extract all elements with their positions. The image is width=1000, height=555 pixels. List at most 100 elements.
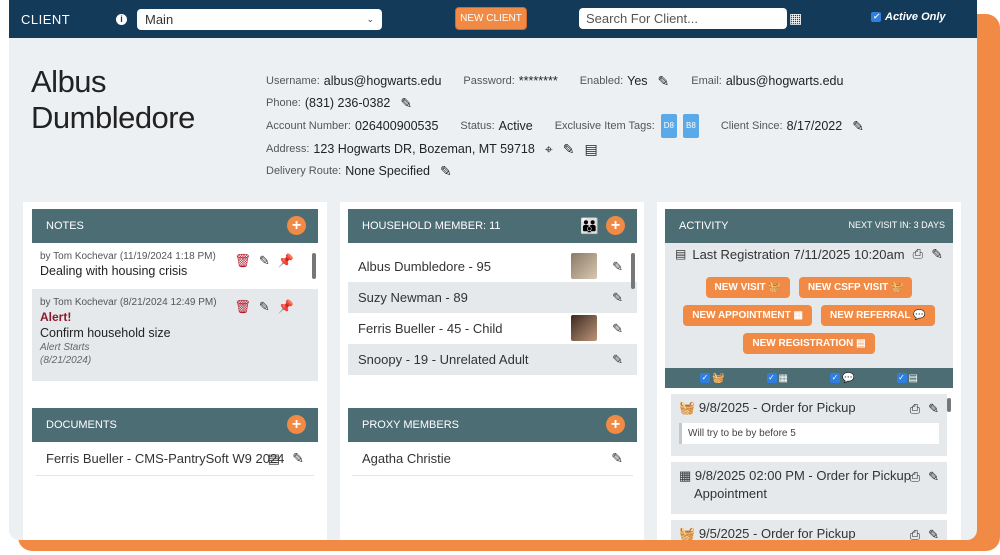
edit-pencil-icon[interactable]: ✎ xyxy=(611,450,623,467)
note-item[interactable]: by Tom Kochevar (8/21/2024 12:49 PM) Ale… xyxy=(32,289,318,381)
new-client-button[interactable]: NEW CLIENT xyxy=(455,7,527,30)
edit-pencil-icon[interactable]: ✎ xyxy=(612,321,623,337)
household-list[interactable]: Albus Dumbledore - 95 ✎ Suzy Newman - 89… xyxy=(348,243,637,381)
basket-icon: 🧺 xyxy=(712,372,725,384)
document-icon: ▤ xyxy=(675,247,687,261)
new-referral-button[interactable]: NEW REFERRAL 💬 xyxy=(820,305,935,326)
basket-icon: 🧺 xyxy=(679,526,696,540)
email-value: albus@hogwarts.edu xyxy=(725,74,844,88)
activity-header: ACTIVITY NEXT VISIT IN: 3 DAYS xyxy=(665,209,953,243)
edit-pencil-icon[interactable]: ✎ xyxy=(563,138,575,160)
file-icon[interactable]: ▤ xyxy=(268,451,280,467)
active-only-toggle[interactable]: ✓ Active Only xyxy=(871,11,946,23)
new-registration-button[interactable]: NEW REGISTRATION ▤ xyxy=(743,333,875,354)
filter-appointments[interactable]: ✓ ▦ xyxy=(766,372,788,384)
map-icon[interactable]: ▤ xyxy=(584,138,597,160)
info-icon[interactable]: i xyxy=(116,13,127,25)
document-name: Ferris Bueller - CMS-PantrySoft W9 2024 xyxy=(46,451,285,466)
new-csfp-visit-button[interactable]: NEW CSFP VISIT 🧺 xyxy=(798,277,913,298)
calendar-icon: ▦ xyxy=(778,372,788,384)
household-title: HOUSEHOLD MEMBER: 11 xyxy=(362,220,501,232)
notes-list[interactable]: by Tom Kochevar (11/19/2024 1:18 PM) Dea… xyxy=(32,243,318,381)
pin-icon[interactable]: 📌 xyxy=(278,299,294,315)
edit-pencil-icon[interactable]: ✎ xyxy=(612,259,623,275)
filter-visits[interactable]: ✓ 🧺 xyxy=(700,373,724,384)
last-registration-text: Last Registration 7/11/2025 10:20am xyxy=(692,246,905,262)
calendar-icon: ▦ xyxy=(679,468,692,483)
note-item[interactable]: by Tom Kochevar (11/19/2024 1:18 PM) Dea… xyxy=(32,243,318,289)
filter-referrals[interactable]: ✓ 💬 xyxy=(830,373,854,384)
location-select[interactable]: Main ⌄ xyxy=(137,8,382,30)
pin-icon[interactable]: 📌 xyxy=(278,253,294,269)
documents-header: DOCUMENTS + xyxy=(32,408,318,442)
password-value: ******** xyxy=(518,74,558,88)
trash-icon[interactable]: 🗑 xyxy=(234,299,251,315)
edit-pencil-icon[interactable]: ✎ xyxy=(612,290,623,306)
print-icon[interactable]: ⎙ xyxy=(913,246,923,262)
activity-order[interactable]: 🧺 9/8/2025 - Order for Pickup ⎙ ✎ Will tr… xyxy=(671,394,947,456)
household-member-row[interactable]: Ferris Bueller - 45 - Child ✎ xyxy=(348,313,637,344)
next-visit-label: NEXT VISIT IN: 3 DAYS xyxy=(848,220,945,230)
edit-pencil-icon[interactable]: ✎ xyxy=(928,401,939,417)
add-note-button[interactable]: + xyxy=(287,216,306,235)
edit-pencil-icon[interactable]: ✎ xyxy=(658,70,670,92)
edit-pencil-icon[interactable]: ✎ xyxy=(292,450,304,467)
notes-panel: NOTES + by Tom Kochevar (11/19/2024 1:18… xyxy=(32,209,318,381)
edit-pencil-icon[interactable]: ✎ xyxy=(928,469,939,485)
documents-title: DOCUMENTS xyxy=(46,419,117,431)
trash-icon[interactable]: 🗑 xyxy=(234,253,251,269)
household-member-row[interactable]: Suzy Newman - 89 ✎ xyxy=(348,282,637,313)
location-select-value: Main xyxy=(145,11,174,27)
activity-panel: ACTIVITY NEXT VISIT IN: 3 DAYS ▤ Last Re… xyxy=(665,209,953,540)
edit-pencil-icon[interactable]: ✎ xyxy=(400,92,412,114)
client-name: Albus Dumbledore xyxy=(31,64,195,135)
activity-order[interactable]: 🧺 9/5/2025 - Order for Pickup ⎙ ✎ xyxy=(671,520,947,540)
print-icon[interactable]: ⎙ xyxy=(910,527,920,540)
brand-label: CLIENT xyxy=(21,11,71,27)
address-label: Address: xyxy=(266,143,310,155)
account-value: 026400900535 xyxy=(354,119,439,133)
filter-registrations[interactable]: ✓ ▤ xyxy=(896,372,918,384)
proxy-row[interactable]: Agatha Christie ✎ xyxy=(352,442,633,476)
edit-pencil-icon[interactable]: ✎ xyxy=(259,253,270,269)
edit-pencil-icon[interactable]: ✎ xyxy=(852,115,864,137)
proxy-header: PROXY MEMBERS + xyxy=(348,408,637,442)
route-value: None Specified xyxy=(345,164,430,178)
top-bar: CLIENT i Main ⌄ NEW CLIENT Search For Cl… xyxy=(9,0,977,38)
new-appointment-button[interactable]: NEW APPOINTMENT ▦ xyxy=(683,305,812,326)
group-icon[interactable]: 👪 xyxy=(580,217,599,235)
add-household-member-button[interactable]: + xyxy=(606,216,625,235)
activity-list[interactable]: 🧺 9/8/2025 - Order for Pickup ⎙ ✎ Will tr… xyxy=(665,388,953,540)
edit-pencil-icon[interactable]: ✎ xyxy=(612,352,623,368)
registration-box: ▤ Last Registration 7/11/2025 10:20am ⎙ … xyxy=(665,243,953,368)
notes-scrollbar[interactable] xyxy=(312,243,316,381)
add-document-button[interactable]: + xyxy=(287,415,306,434)
note-text: Confirm household size xyxy=(40,326,171,340)
checkbox-checked-icon[interactable]: ✓ xyxy=(871,12,881,22)
member-name: Suzy Newman - 89 xyxy=(358,290,468,305)
document-row[interactable]: Ferris Bueller - CMS-PantrySoft W9 2024 … xyxy=(36,442,314,476)
phone-label: Phone: xyxy=(266,97,301,109)
edit-pencil-icon[interactable]: ✎ xyxy=(931,246,943,263)
edit-pencil-icon[interactable]: ✎ xyxy=(440,160,452,182)
location-off-icon[interactable]: ⌖ xyxy=(545,138,553,160)
new-visit-button[interactable]: NEW VISIT 🧺 xyxy=(705,277,790,298)
household-member-row[interactable]: Snoopy - 19 - Unrelated Adult ✎ xyxy=(348,344,637,375)
activity-scrollbar[interactable] xyxy=(947,388,951,540)
edit-pencil-icon[interactable]: ✎ xyxy=(928,527,939,540)
active-only-label: Active Only xyxy=(885,11,946,23)
phone-value: (831) 236-0382 xyxy=(304,96,391,110)
edit-pencil-icon[interactable]: ✎ xyxy=(259,299,270,315)
household-scrollbar[interactable] xyxy=(631,243,635,381)
print-icon[interactable]: ⎙ xyxy=(910,469,920,485)
activity-title: ACTIVITY xyxy=(679,220,729,232)
calendar-icon[interactable]: ▦ xyxy=(789,10,802,27)
print-icon[interactable]: ⎙ xyxy=(910,401,920,417)
document-icon: ▤ xyxy=(908,372,918,384)
add-proxy-button[interactable]: + xyxy=(606,415,625,434)
client-search-input[interactable]: Search For Client... xyxy=(579,8,787,29)
household-member-row[interactable]: Albus Dumbledore - 95 ✎ xyxy=(348,251,637,282)
activity-order[interactable]: ▦ 9/8/2025 02:00 PM - Order for Pickup A… xyxy=(671,462,947,514)
route-label: Delivery Route: xyxy=(266,165,342,177)
status-value: Active xyxy=(498,119,533,133)
